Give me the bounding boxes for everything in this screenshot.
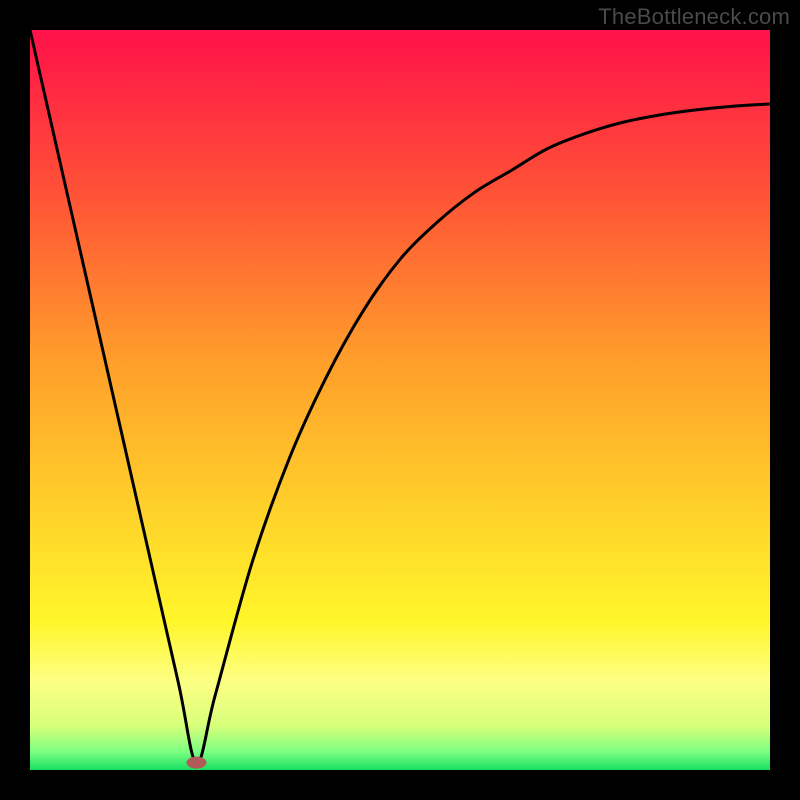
plot-area	[30, 30, 770, 770]
minimum-marker	[187, 757, 207, 769]
chart-frame: TheBottleneck.com	[0, 0, 800, 800]
watermark-text: TheBottleneck.com	[598, 4, 790, 30]
chart-svg	[30, 30, 770, 770]
gradient-background	[30, 30, 770, 770]
